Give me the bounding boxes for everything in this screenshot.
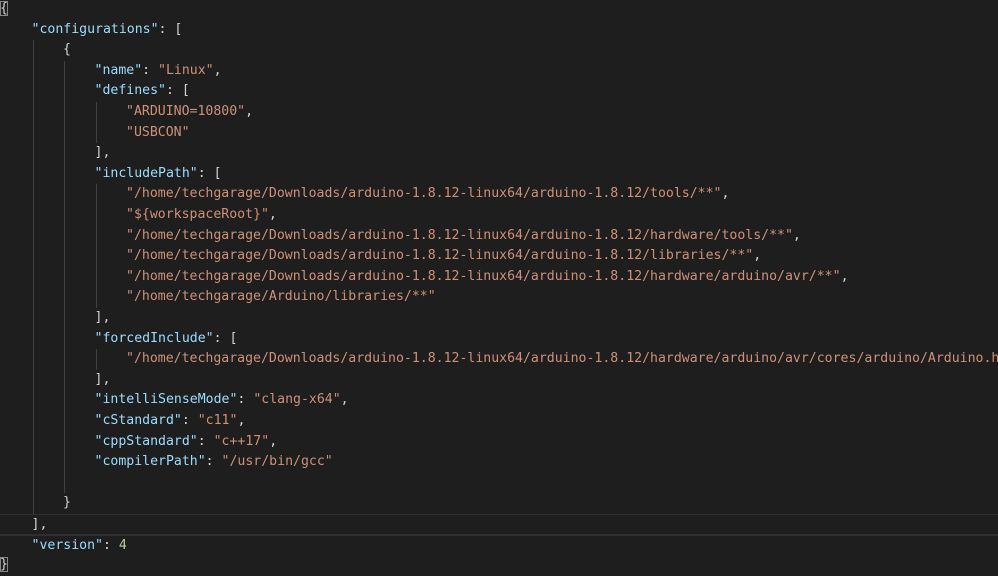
code-line[interactable]: "/home/techgarage/Arduino/libraries/**": [0, 287, 998, 308]
json-key: "version": [31, 537, 103, 553]
json-number: 4: [118, 537, 127, 553]
json-punctuation: ,: [213, 62, 222, 78]
json-punctuation: : [: [213, 330, 238, 346]
code-line[interactable]: "version": 4: [0, 534, 998, 556]
json-string: "c11": [197, 413, 238, 428]
json-key: "defines": [94, 83, 166, 99]
code-line[interactable]: ],: [0, 370, 998, 391]
code-line[interactable]: "/home/techgarage/Downloads/arduino-1.8.…: [0, 184, 998, 205]
code-line[interactable]: [0, 473, 998, 494]
json-string: "USBCON": [126, 124, 190, 140]
json-punctuation: :: [142, 62, 159, 78]
json-punctuation: :: [237, 392, 254, 408]
json-punctuation: ],: [31, 517, 48, 532]
json-punctuation: :: [197, 433, 214, 449]
json-key: "intelliSenseMode": [94, 392, 238, 408]
json-string: "/home/techgarage/Downloads/arduino-1.8.…: [126, 351, 998, 367]
json-string: "/home/techgarage/Arduino/libraries/**": [126, 289, 436, 305]
json-key: "name": [94, 62, 143, 78]
code-line[interactable]: "compilerPath": "/usr/bin/gcc": [0, 452, 998, 473]
json-punctuation: : [: [197, 165, 222, 181]
code-line[interactable]: ],: [0, 514, 998, 535]
code-line[interactable]: "/home/techgarage/Downloads/arduino-1.8.…: [0, 267, 998, 288]
code-line[interactable]: "configurations": [: [0, 20, 998, 41]
json-punctuation: ,: [792, 227, 801, 243]
json-string: "/usr/bin/gcc": [221, 454, 333, 470]
json-punctuation: ,: [721, 186, 730, 202]
code-line[interactable]: "name": "Linux",: [0, 61, 998, 82]
code-line[interactable]: "/home/techgarage/Downloads/arduino-1.8.…: [0, 226, 998, 247]
code-line[interactable]: "forcedInclude": [: [0, 329, 998, 350]
json-punctuation: :: [181, 413, 198, 428]
json-punctuation: ,: [268, 207, 277, 222]
json-punctuation: : [: [158, 21, 183, 37]
code-line[interactable]: }: [0, 555, 998, 576]
json-punctuation: }: [0, 557, 8, 573]
json-punctuation: ],: [94, 145, 111, 161]
json-key: "forcedInclude": [94, 330, 214, 346]
code-editor[interactable]: {"configurations": [{"name": "Linux", "de…: [0, 0, 998, 573]
code-line[interactable]: "cppStandard": "c++17",: [0, 432, 998, 453]
code-line[interactable]: "defines": [: [0, 81, 998, 102]
json-punctuation: ],: [94, 310, 111, 325]
json-string: "Linux": [158, 62, 214, 78]
json-key: "includePath": [94, 165, 198, 181]
json-punctuation: ,: [753, 248, 762, 264]
json-punctuation: ,: [245, 104, 254, 119]
json-punctuation: ],: [94, 371, 111, 387]
json-key: "compilerPath": [94, 454, 206, 470]
json-punctuation: ,: [269, 433, 278, 449]
json-key: "cppStandard": [94, 433, 198, 449]
json-punctuation: : [: [165, 83, 190, 99]
json-string: "clang-x64": [253, 392, 341, 408]
code-line[interactable]: "intelliSenseMode": "clang-x64",: [0, 390, 998, 411]
json-punctuation: :: [102, 537, 119, 553]
json-key: "configurations": [31, 21, 159, 37]
json-punctuation: }: [63, 495, 71, 511]
json-string: "/home/techgarage/Downloads/arduino-1.8.…: [126, 186, 722, 202]
json-key: "cStandard": [94, 413, 182, 428]
json-punctuation: ,: [237, 413, 246, 428]
json-string: "/home/techgarage/Downloads/arduino-1.8.…: [126, 227, 793, 243]
code-line[interactable]: ],: [0, 308, 998, 329]
json-punctuation: {: [0, 1, 8, 16]
code-line[interactable]: "includePath": [: [0, 164, 998, 185]
json-punctuation: {: [63, 42, 71, 58]
code-line[interactable]: ],: [0, 143, 998, 164]
json-string: "${workspaceRoot}": [126, 207, 269, 222]
json-string: "/home/techgarage/Downloads/arduino-1.8.…: [126, 248, 754, 264]
code-line[interactable]: "USBCON": [0, 123, 998, 144]
code-line[interactable]: }: [0, 493, 998, 514]
code-line[interactable]: "/home/techgarage/Downloads/arduino-1.8.…: [0, 246, 998, 267]
json-punctuation: :: [205, 454, 222, 470]
code-line[interactable]: {: [0, 40, 998, 61]
json-punctuation: ,: [840, 268, 849, 284]
json-string: "ARDUINO=10800": [126, 104, 246, 119]
code-line[interactable]: {: [0, 0, 998, 20]
json-string: "c++17": [213, 433, 270, 449]
code-line[interactable]: "ARDUINO=10800",: [0, 102, 998, 123]
code-line[interactable]: "${workspaceRoot}",: [0, 205, 998, 226]
code-line[interactable]: "cStandard": "c11",: [0, 411, 998, 432]
json-string: "/home/techgarage/Downloads/arduino-1.8.…: [126, 268, 841, 284]
code-line[interactable]: "/home/techgarage/Downloads/arduino-1.8.…: [0, 349, 998, 370]
json-punctuation: ,: [340, 392, 349, 408]
